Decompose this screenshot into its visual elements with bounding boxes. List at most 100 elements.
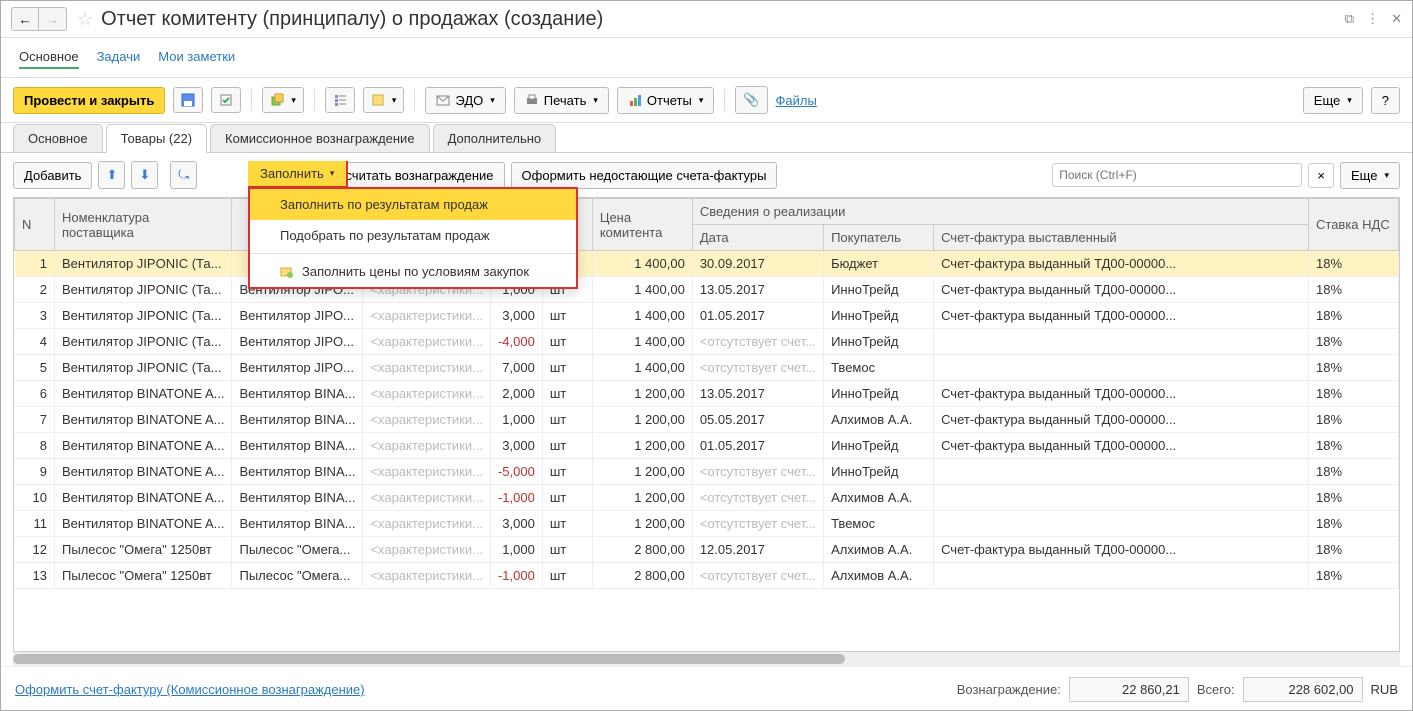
- cell-invoice[interactable]: Счет-фактура выданный ТД00-00000...: [934, 433, 1309, 459]
- cell-unit[interactable]: шт: [542, 563, 592, 589]
- cell-nom-supplier[interactable]: Вентилятор BINATONE A...: [55, 459, 232, 485]
- cell-qty[interactable]: 2,000: [490, 381, 542, 407]
- cell-nom-supplier[interactable]: Вентилятор JIPONIC (Та...: [55, 277, 232, 303]
- cell-qty[interactable]: 1,000: [490, 407, 542, 433]
- col-realization[interactable]: Сведения о реализации: [692, 199, 1308, 225]
- cell-qty[interactable]: -1,000: [490, 485, 542, 511]
- cell-price[interactable]: 1 200,00: [592, 459, 692, 485]
- cell-char[interactable]: <характеристики...: [363, 433, 491, 459]
- cell-unit[interactable]: шт: [542, 537, 592, 563]
- cell-vat[interactable]: 18%: [1309, 251, 1399, 277]
- cell-price[interactable]: 1 400,00: [592, 355, 692, 381]
- cell-unit[interactable]: шт: [542, 355, 592, 381]
- cell-nom-supplier[interactable]: Вентилятор BINATONE A...: [55, 381, 232, 407]
- cell-nom-supplier[interactable]: Вентилятор BINATONE A...: [55, 433, 232, 459]
- cell-nom[interactable]: Вентилятор JIPO...: [232, 355, 363, 381]
- cell-nom[interactable]: Вентилятор BINA...: [232, 381, 363, 407]
- table-row[interactable]: 1Вентилятор JIPONIC (Та...<характеристик…: [15, 251, 1399, 277]
- cell-date[interactable]: 12.05.2017: [692, 537, 823, 563]
- cell-unit[interactable]: шт: [542, 407, 592, 433]
- cell-buyer[interactable]: ИнноТрейд: [824, 459, 934, 485]
- cell-price[interactable]: 1 200,00: [592, 381, 692, 407]
- cell-char[interactable]: <характеристики...: [363, 355, 491, 381]
- cell-n[interactable]: 6: [15, 381, 55, 407]
- basis-dropdown-button[interactable]: ▾: [363, 87, 405, 113]
- cell-n[interactable]: 5: [15, 355, 55, 381]
- cell-nom[interactable]: Вентилятор BINA...: [232, 485, 363, 511]
- cell-vat[interactable]: 18%: [1309, 537, 1399, 563]
- post-button[interactable]: [211, 87, 241, 113]
- table-row[interactable]: 11Вентилятор BINATONE A...Вентилятор BIN…: [15, 511, 1399, 537]
- cell-price[interactable]: 1 200,00: [592, 485, 692, 511]
- nav-tab-notes[interactable]: Мои заметки: [158, 46, 235, 69]
- cell-nom-supplier[interactable]: Пылесос "Омега" 1250вт: [55, 537, 232, 563]
- cell-nom[interactable]: Вентилятор BINA...: [232, 433, 363, 459]
- cell-invoice[interactable]: [934, 459, 1309, 485]
- col-n[interactable]: N: [15, 199, 55, 251]
- cell-n[interactable]: 11: [15, 511, 55, 537]
- close-icon[interactable]: ✕: [1391, 11, 1402, 27]
- cell-nom[interactable]: Вентилятор BINA...: [232, 511, 363, 537]
- cell-date[interactable]: 01.05.2017: [692, 433, 823, 459]
- table-row[interactable]: 12Пылесос "Омега" 1250втПылесос "Омега..…: [15, 537, 1399, 563]
- cell-buyer[interactable]: Алхимов А.А.: [824, 485, 934, 511]
- tab-main[interactable]: Основное: [13, 124, 103, 153]
- cell-invoice[interactable]: Счет-фактура выданный ТД00-00000...: [934, 407, 1309, 433]
- cell-vat[interactable]: 18%: [1309, 563, 1399, 589]
- cell-n[interactable]: 10: [15, 485, 55, 511]
- issue-invoice-link[interactable]: Оформить счет-фактуру (Комиссионное возн…: [15, 682, 365, 697]
- cell-buyer[interactable]: Алхимов А.А.: [824, 537, 934, 563]
- issue-invoices-button[interactable]: Оформить недостающие счета-фактуры: [511, 162, 778, 189]
- cell-char[interactable]: <характеристики...: [363, 563, 491, 589]
- cell-invoice[interactable]: [934, 355, 1309, 381]
- cell-date[interactable]: <отсутствует счет...: [692, 329, 823, 355]
- cell-price[interactable]: 2 800,00: [592, 563, 692, 589]
- cell-n[interactable]: 12: [15, 537, 55, 563]
- cell-invoice[interactable]: Счет-фактура выданный ТД00-00000...: [934, 537, 1309, 563]
- cell-qty[interactable]: 7,000: [490, 355, 542, 381]
- print-button[interactable]: Печать▾: [514, 87, 609, 114]
- move-down-button[interactable]: ⬇: [131, 161, 158, 189]
- table-row[interactable]: 2Вентилятор JIPONIC (Та...Вентилятор JIP…: [15, 277, 1399, 303]
- cell-char[interactable]: <характеристики...: [363, 303, 491, 329]
- add-button[interactable]: Добавить: [13, 162, 92, 189]
- cell-n[interactable]: 1: [15, 251, 55, 277]
- table-row[interactable]: 6Вентилятор BINATONE A...Вентилятор BINA…: [15, 381, 1399, 407]
- cell-price[interactable]: 1 400,00: [592, 251, 692, 277]
- cell-nom-supplier[interactable]: Вентилятор BINATONE A...: [55, 485, 232, 511]
- copy-dropdown-button[interactable]: ▾: [262, 87, 304, 113]
- forward-button[interactable]: →: [39, 7, 67, 31]
- cell-nom-supplier[interactable]: Вентилятор BINATONE A...: [55, 407, 232, 433]
- cell-vat[interactable]: 18%: [1309, 433, 1399, 459]
- cell-n[interactable]: 9: [15, 459, 55, 485]
- cell-qty[interactable]: 3,000: [490, 433, 542, 459]
- help-button[interactable]: ?: [1371, 87, 1400, 114]
- cell-invoice[interactable]: [934, 329, 1309, 355]
- distribute-button[interactable]: ⤿: [170, 161, 197, 189]
- cell-date[interactable]: <отсутствует счет...: [692, 355, 823, 381]
- cell-unit[interactable]: шт: [542, 381, 592, 407]
- cell-date[interactable]: 13.05.2017: [692, 277, 823, 303]
- cell-nom[interactable]: Пылесос "Омега...: [232, 537, 363, 563]
- cell-unit[interactable]: шт: [542, 459, 592, 485]
- cell-vat[interactable]: 18%: [1309, 277, 1399, 303]
- cell-n[interactable]: 13: [15, 563, 55, 589]
- cell-price[interactable]: 2 800,00: [592, 537, 692, 563]
- nav-tab-tasks[interactable]: Задачи: [97, 46, 141, 69]
- cell-vat[interactable]: 18%: [1309, 329, 1399, 355]
- link-icon[interactable]: ⧉: [1345, 11, 1354, 27]
- cell-invoice[interactable]: Счет-фактура выданный ТД00-00000...: [934, 381, 1309, 407]
- cell-qty[interactable]: -5,000: [490, 459, 542, 485]
- cell-char[interactable]: <характеристики...: [363, 381, 491, 407]
- table-row[interactable]: 10Вентилятор BINATONE A...Вентилятор BIN…: [15, 485, 1399, 511]
- cell-char[interactable]: <характеристики...: [363, 537, 491, 563]
- table-row[interactable]: 4Вентилятор JIPONIC (Та...Вентилятор JIP…: [15, 329, 1399, 355]
- table-row[interactable]: 3Вентилятор JIPONIC (Та...Вентилятор JIP…: [15, 303, 1399, 329]
- cell-vat[interactable]: 18%: [1309, 511, 1399, 537]
- cell-buyer[interactable]: ИнноТрейд: [824, 381, 934, 407]
- cell-vat[interactable]: 18%: [1309, 459, 1399, 485]
- cell-date[interactable]: <отсутствует счет...: [692, 485, 823, 511]
- menu-fill-by-sales[interactable]: Заполнить по результатам продаж: [250, 189, 576, 220]
- cell-nom-supplier[interactable]: Вентилятор JIPONIC (Та...: [55, 251, 232, 277]
- cell-price[interactable]: 1 200,00: [592, 433, 692, 459]
